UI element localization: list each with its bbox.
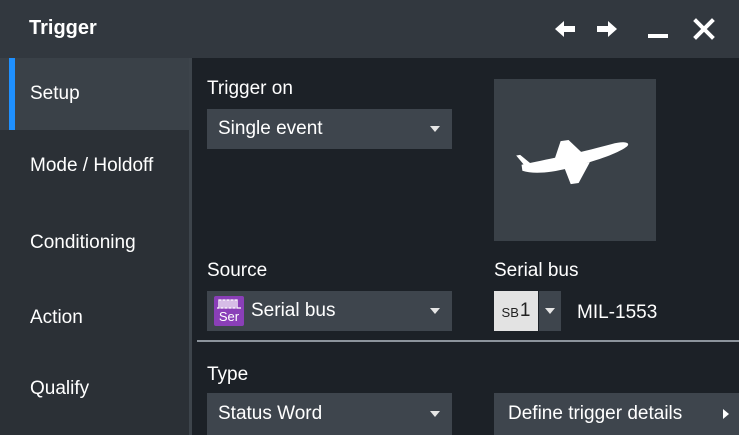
- close-button[interactable]: [689, 14, 719, 44]
- minimize-icon: [648, 34, 668, 38]
- serial-bus-protocol: MIL-1553: [577, 302, 658, 323]
- serial-bus-badge-prefix: SB: [501, 305, 519, 320]
- airplane-icon: [516, 140, 629, 185]
- sidebar-item-label: Action: [30, 307, 83, 328]
- serial-bus-icon-text: Ser: [218, 309, 240, 324]
- back-button[interactable]: [550, 14, 580, 44]
- trigger-on-label: Trigger on: [207, 78, 293, 99]
- serial-bus-selector[interactable]: SB 1: [494, 291, 538, 331]
- sidebar-item-conditioning[interactable]: Conditioning: [0, 207, 189, 279]
- minimize-button[interactable]: [643, 14, 673, 44]
- chevron-down-icon: [430, 411, 440, 417]
- active-indicator: [9, 58, 15, 130]
- sidebar-item-action[interactable]: Action: [0, 282, 189, 354]
- sidebar-item-label: Setup: [30, 83, 80, 104]
- type-value: Status Word: [218, 403, 323, 424]
- chevron-down-icon: [430, 126, 440, 132]
- close-icon: [693, 18, 715, 40]
- trigger-dialog: Trigger Setup Mode / Holdoff Conditionin…: [0, 0, 739, 435]
- trigger-preview: [494, 79, 656, 241]
- source-label: Source: [207, 260, 268, 281]
- sidebar-item-mode-holdoff[interactable]: Mode / Holdoff: [0, 130, 189, 202]
- chevron-down-icon: [430, 308, 440, 314]
- dialog-title: Trigger: [29, 17, 97, 39]
- arrow-left-icon: [555, 21, 575, 37]
- define-trigger-details-label: Define trigger details: [508, 403, 683, 424]
- serial-bus-badge-number: 1: [519, 300, 531, 321]
- define-trigger-details-button[interactable]: Define trigger details: [494, 393, 739, 435]
- sidebar-item-label: Qualify: [30, 378, 90, 399]
- type-dropdown[interactable]: Status Word: [207, 393, 452, 435]
- serial-bus-dropdown-button[interactable]: [539, 291, 561, 331]
- serial-bus-label: Serial bus: [494, 260, 579, 281]
- trigger-on-dropdown[interactable]: Single event: [207, 109, 452, 149]
- chevron-down-icon: [545, 308, 555, 314]
- source-value: Serial bus: [251, 300, 336, 321]
- sidebar-item-qualify[interactable]: Qualify: [0, 353, 189, 425]
- trigger-on-value: Single event: [218, 118, 323, 139]
- type-label: Type: [207, 364, 249, 385]
- source-dropdown[interactable]: Ser Serial bus: [207, 291, 452, 331]
- arrow-right-icon: [597, 21, 617, 37]
- title-bar: Trigger: [0, 0, 739, 58]
- sidebar-item-label: Conditioning: [30, 232, 136, 253]
- chevron-right-icon: [723, 409, 729, 419]
- sidebar: Setup Mode / Holdoff Conditioning Action…: [0, 58, 192, 435]
- forward-button[interactable]: [592, 14, 622, 44]
- sidebar-item-label: Mode / Holdoff: [30, 155, 154, 176]
- sidebar-item-setup[interactable]: Setup: [0, 58, 189, 130]
- serial-bus-icon: Ser: [214, 296, 244, 326]
- section-divider: [197, 340, 739, 342]
